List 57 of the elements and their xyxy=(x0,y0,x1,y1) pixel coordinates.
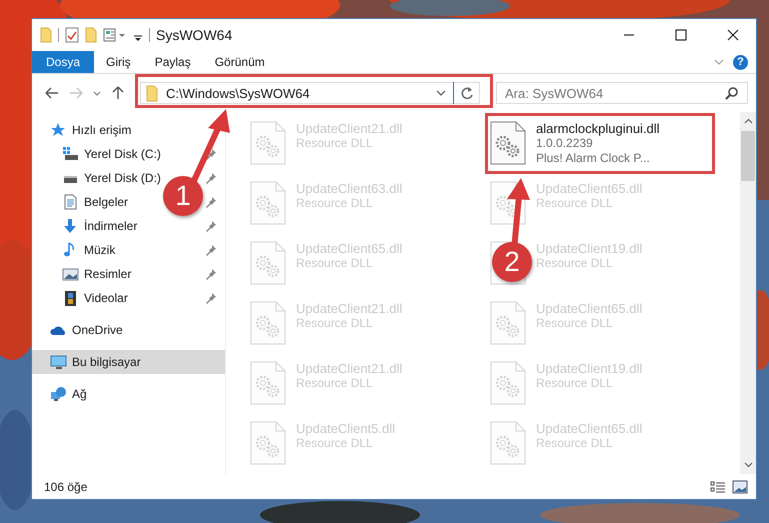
star-icon xyxy=(50,122,67,138)
sidebar-item[interactable]: Bu bilgisayar xyxy=(32,350,225,374)
sidebar-item[interactable]: Ağ xyxy=(32,382,91,406)
tiles-view-icon[interactable] xyxy=(732,480,748,494)
file-detail: Plus! Alarm Clock P... xyxy=(536,151,651,166)
back-arrow-icon[interactable] xyxy=(44,85,60,101)
pin-icon[interactable] xyxy=(205,244,217,256)
pin-icon[interactable] xyxy=(205,292,217,304)
sidebar-item[interactable]: Yerel Disk (C:) xyxy=(44,142,165,166)
sidebar-item[interactable]: Müzik xyxy=(44,238,120,262)
scrollbar-thumb[interactable] xyxy=(741,131,755,181)
address-field[interactable]: C:\Windows\SysWOW64 xyxy=(140,82,480,104)
help-button[interactable]: ? xyxy=(733,54,748,70)
pin-icon[interactable] xyxy=(205,268,217,280)
gear-document-icon xyxy=(490,301,526,345)
file-name[interactable]: alarmclockpluginui.dll xyxy=(536,121,660,136)
details-view-icon[interactable] xyxy=(710,480,726,494)
network-icon xyxy=(50,386,67,402)
film-strip-icon xyxy=(62,290,79,306)
sidebar-item[interactable]: İndirmeler xyxy=(44,214,142,238)
sidebar-item[interactable]: Hızlı erişim xyxy=(32,118,136,142)
sidebar-item[interactable]: Resimler xyxy=(44,262,136,286)
item-count: 106 öğe xyxy=(44,480,88,494)
sidebar-item[interactable]: Yerel Disk (D:) xyxy=(44,166,165,190)
properties-icon[interactable] xyxy=(103,27,127,43)
gear-document-icon xyxy=(250,361,286,405)
ribbon-tab[interactable]: Paylaş xyxy=(142,51,203,73)
ribbon-tab[interactable]: Görünüm xyxy=(202,51,277,73)
window-title: SysWOW64 xyxy=(156,27,232,43)
pin-icon[interactable] xyxy=(205,148,217,160)
gear-document-icon xyxy=(250,421,286,465)
gear-document-icon xyxy=(250,241,286,285)
gear-document-icon xyxy=(250,181,286,225)
monitor-icon xyxy=(50,354,67,370)
drive-icon xyxy=(62,146,79,162)
pin-icon[interactable] xyxy=(205,220,217,232)
document-icon xyxy=(62,194,79,210)
download-arrow-icon xyxy=(62,218,79,234)
image-icon xyxy=(62,266,79,282)
gear-document-icon xyxy=(490,361,526,405)
up-arrow-icon[interactable] xyxy=(110,85,126,101)
file-detail: 1.0.0.2239 xyxy=(536,136,594,151)
folder-icon xyxy=(146,84,160,102)
gear-document-icon xyxy=(490,421,526,465)
pin-icon[interactable] xyxy=(205,196,217,208)
checklist-icon[interactable] xyxy=(65,27,79,43)
sidebar-item[interactable]: OneDrive xyxy=(32,318,127,342)
ribbon-tab[interactable]: Giriş xyxy=(94,51,143,73)
sidebar-item[interactable]: Belgeler xyxy=(44,190,132,214)
gear-document-icon xyxy=(490,121,526,165)
ribbon-tab[interactable]: Dosya xyxy=(32,51,94,73)
pin-icon[interactable] xyxy=(205,172,217,184)
gear-document-icon xyxy=(250,301,286,345)
refresh-icon[interactable] xyxy=(460,86,474,100)
sidebar-item[interactable]: Videolar xyxy=(44,286,132,310)
gear-document-icon xyxy=(250,121,286,165)
scrollbar[interactable] xyxy=(740,112,756,474)
